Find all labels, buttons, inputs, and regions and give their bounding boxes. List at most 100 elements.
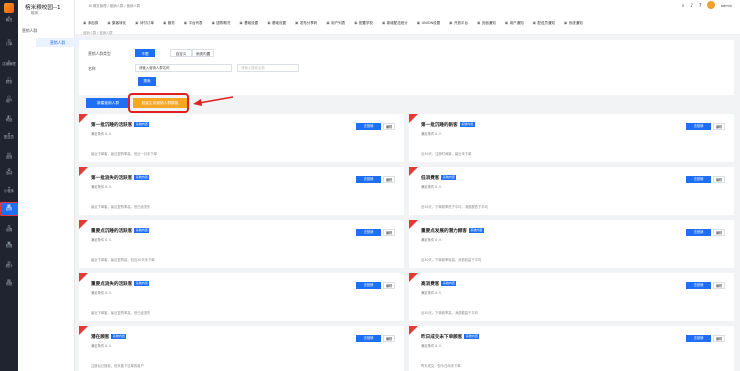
left-nav-item-2[interactable]: ⌂ 店铺管理 [0,58,18,72]
system-tag: 系统内置 [134,175,150,180]
go-marketing-button[interactable]: 去营销 [686,176,711,183]
quick-nav-item[interactable]: UNION设置 [417,21,441,26]
edit-button[interactable]: 编辑 [713,335,725,342]
quick-nav-item[interactable]: 新增配送统计 [382,21,408,26]
edit-button[interactable]: 编辑 [383,335,395,342]
crowd-card: 高消费客 系统内置 满足条件 0 人近30天，下单频率高，消费额高于平均 去营销 编辑 [409,273,734,321]
card-title: 低消费客 系统内置 [421,175,457,181]
edit-button[interactable]: 编辑 [713,176,725,183]
go-marketing-button[interactable]: 去营销 [356,282,381,289]
type-option-custom[interactable]: 自定义 [170,49,192,57]
edit-button[interactable]: 编辑 [383,176,395,183]
quick-nav-item[interactable]: 用户列表 [326,21,345,26]
left-nav-item-14[interactable]: ▩ 系统 [0,278,18,292]
card-count: 满足条件 0 人 [91,291,112,295]
card-title: 第一批流失的活跃客 系统内置 [91,175,150,181]
name-input[interactable]: 请输入营销人群名称 [135,64,232,72]
bell-icon[interactable]: ♪ [690,3,693,9]
type-option-all[interactable]: 不限 [135,49,155,57]
quick-nav-item[interactable]: 服务 [163,21,175,26]
search-icon[interactable]: ⌕ [682,3,685,9]
edit-button[interactable]: 编辑 [713,229,725,236]
card-desc: 近30天，下单频率较高，消费较高于平均 [421,258,482,262]
go-marketing-button[interactable]: 去营销 [686,229,711,236]
system-tag: 系统内置 [134,281,150,286]
edit-button[interactable]: 编辑 [713,123,725,130]
left-nav-item-9[interactable]: ✦ 小程序 [0,185,18,199]
quick-nav-item[interactable]: 发布分享码 [295,21,318,26]
quick-nav-item[interactable]: 配送员通知 [533,21,555,26]
go-marketing-button[interactable]: 去营销 [356,335,381,342]
card-title: 潜在顾客 系统内置 [91,334,127,340]
quick-nav-item[interactable]: 页面通知 [477,21,496,26]
card-desc: 注册后已授权，但未曾下过单的用户 [91,364,144,368]
search-button[interactable]: 搜索 [138,77,156,86]
edit-button[interactable]: 编辑 [383,282,395,289]
quick-nav-item[interactable]: 待付订单 [135,21,154,26]
edit-button[interactable]: 编辑 [383,229,395,236]
quick-nav-item[interactable]: 用户通知 [505,21,524,26]
left-nav-item-5[interactable]: ◧ 商品 [0,114,18,128]
card-count: 满足条件 0 人 [421,132,442,136]
go-marketing-button[interactable]: 去营销 [356,176,381,183]
left-nav-label: 订单 [5,42,13,46]
quick-nav-item[interactable]: 团购概况 [212,21,230,26]
card-count: 满足条件 0 人 [91,238,112,242]
card-count: 满足条件 0 人 [421,238,442,242]
left-nav-item-7[interactable]: ▤ 运营 [0,151,18,165]
go-marketing-button[interactable]: 去营销 [686,123,711,130]
left-nav-item-1[interactable]: ☰ 订单 [0,38,18,52]
edit-button[interactable]: 编辑 [383,123,395,130]
breadcrumb: ⊞ 概览管理 / 营销人群 / 营销人群 [89,4,141,8]
left-nav-item-10[interactable]: ▦ 应用 [0,202,18,216]
quick-nav-item[interactable]: 平台列表 [184,21,203,26]
left-nav-label: 店铺管理 [2,62,16,66]
user-name[interactable]: admin [721,4,732,8]
card-count: 满足条件 0 人 [91,344,112,348]
search-input[interactable]: 请输入搜索名称 [237,64,299,72]
system-tag: 系统内置 [459,122,475,127]
left-nav-item-4[interactable]: ☺ 用户 [0,95,18,109]
topbar-icons: ⌕ ♪ ? admin [678,1,732,9]
left-nav-item-6[interactable]: ➤ 配送员 [0,131,18,145]
type-option-system[interactable]: 系统内置 [192,49,214,57]
card-title: 第一批沉睡的新客 系统内置 [421,122,475,128]
left-nav-label: 概况 [5,18,13,22]
left-nav-item-11[interactable]: ⚙ 设置 [0,224,18,238]
left-nav-item-12[interactable]: ▣ 权限 [0,240,18,254]
add-crowd-button[interactable]: 新建营销人群 [86,98,130,108]
quick-nav-item[interactable]: 基础设置 [239,21,258,26]
sub-nav-section[interactable]: 营销人群 [22,28,37,34]
edit-button[interactable]: 编辑 [713,282,725,289]
go-marketing-button[interactable]: 去营销 [356,123,381,130]
card-title: 第一批沉睡的活跃客 系统内置 [91,122,150,128]
left-nav-item-8[interactable]: ✿ 活动 [0,167,18,181]
card-title: 高消费客 系统内置 [421,281,457,287]
left-nav-label: 商品 [5,118,13,122]
left-nav-item-3[interactable]: ◫ 财务 [0,76,18,90]
left-nav-item-13[interactable]: ▥ 统计 [0,260,18,274]
corner-ribbon [409,220,418,229]
quick-nav-item[interactable]: 系统通知 [564,21,583,26]
left-nav-label: 系统 [5,282,13,286]
system-tag: 系统内置 [441,175,457,180]
card-title-text: 第一批沉睡的活跃客 [91,123,133,128]
left-nav-item-0[interactable]: ⌂ 概况 [0,14,18,28]
card-desc: 近30天，下单频率低于平均，消费额低于平均 [421,205,488,209]
card-desc: 最近下单客，最近复购率高，但近一月未下单 [91,152,157,156]
go-marketing-button[interactable]: 去营销 [686,335,711,342]
quick-nav-item[interactable]: 配置学校 [354,21,373,26]
help-icon[interactable]: ? [699,3,702,9]
corner-ribbon [409,326,418,335]
go-marketing-button[interactable]: 去营销 [356,229,381,236]
card-title-text: 高消费客 [421,282,440,287]
store-name[interactable]: 榕米粮校园--1 [25,3,61,11]
left-nav-label: 小程序 [4,189,14,193]
quick-nav-item[interactable]: 基础设置 [267,21,286,26]
quick-nav-item[interactable]: 添加券 [83,21,99,26]
go-marketing-button[interactable]: 去营销 [686,282,711,289]
quick-nav-item[interactable]: 开放平台 [449,21,468,26]
quick-nav-item[interactable]: 集客转化 [107,21,126,26]
system-tag: 系统内置 [464,334,480,339]
avatar[interactable] [707,1,716,9]
